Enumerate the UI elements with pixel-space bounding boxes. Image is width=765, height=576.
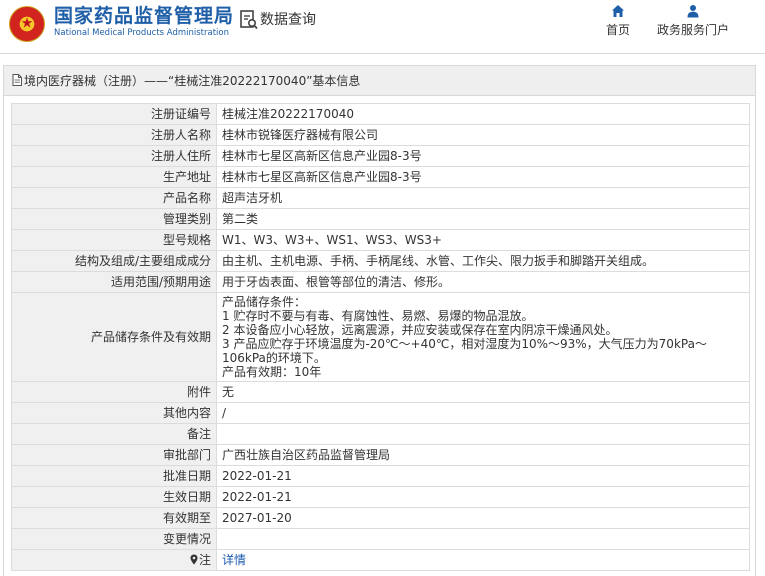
row-value [216,423,750,445]
table-row: 型号规格 W1、W3、W3+、WS1、WS3、WS3+ [11,229,750,251]
storage-line: 1 贮存时不要与有毒、有腐蚀性、易燃、易爆的物品混放。 [222,309,534,323]
storage-line: 2 本设备应小心轻放，远离震源，并应安装或保存在室内阴凉干燥通风处。 [222,323,618,337]
user-icon [687,5,699,18]
row-value: 第二类 [216,208,750,230]
table-row: 注册人住所 桂林市七星区高新区信息产业园8-3号 [11,145,750,167]
table-row: 备注 [11,423,750,445]
row-value: W1、W3、W3+、WS1、WS3、WS3+ [216,229,750,251]
note-value: 详情 [216,549,750,571]
nav-home[interactable]: 首页 [598,4,638,37]
row-label: 变更情况 [11,528,217,550]
data-query-icon [240,10,258,30]
row-value: 桂林市锐锋医疗器械有限公司 [216,124,750,146]
row-label: 结构及组成/主要组成成分 [11,250,217,272]
row-label: 生效日期 [11,486,217,508]
site-logo-title[interactable]: 国家药品监督管理局 [54,5,234,27]
row-value: 超声洁牙机 [216,187,750,209]
table-row: 适用范围/预期用途 用于牙齿表面、根管等部位的清洁、修形。 [11,271,750,293]
table-row: 附件无 [11,381,750,403]
row-label: 注册人名称 [11,124,217,146]
row-value: 用于牙齿表面、根管等部位的清洁、修形。 [216,271,750,293]
table-row-note: 注 详情 [11,549,750,571]
note-label: 注 [198,553,211,567]
row-value: 桂林市七星区高新区信息产业园8-3号 [216,166,750,188]
panel-title-bar: 境内医疗器械（注册）——“桂械注准20222170040”基本信息 [4,66,755,96]
row-value: 无 [216,381,750,403]
storage-line: 3 产品应贮存于环境温度为-20℃～+40℃，相对湿度为10%～93%，大气压力… [222,337,707,365]
table-row: 注册证编号 桂械注准20222170040 [11,103,750,125]
row-label: 生产地址 [11,166,217,188]
details-link[interactable]: 详情 [222,553,246,567]
row-value: 2022-01-21 [216,465,750,487]
table-row: 其他内容 / [11,402,750,424]
row-label: 附件 [11,381,217,403]
table-row: 有效期至 2027-01-20 [11,507,750,529]
table-row: 变更情况 [11,528,750,550]
note-label-cell: 注 [11,549,217,571]
row-value: 由主机、主机电源、手柄、手柄尾线、水管、工作尖、限力扳手和脚踏开关组成。 [216,250,750,272]
device-info-table: 注册证编号 桂械注准20222170040 注册人名称 桂林市锐锋医疗器械有限公司 … [11,103,750,571]
header-divider [0,53,765,54]
device-info-panel: 境内医疗器械（注册）——“桂械注准20222170040”基本信息 注册证编号桂… [3,65,756,576]
document-icon [12,74,22,86]
storage-line: 产品有效期：10年 [222,365,322,379]
table-row: 结构及组成/主要组成成分 由主机、主机电源、手柄、手柄尾线、水管、工作尖、限力扳手… [11,250,750,272]
map-pin-icon [190,554,198,565]
row-label: 管理类别 [11,208,217,230]
nav-service-label: 政务服务门户 [656,23,729,37]
table-row: 管理类别 第二类 [11,208,750,230]
home-icon [612,5,624,17]
row-label: 产品储存条件及有效期 [11,292,217,382]
table-row: 注册人名称 桂林市锐锋医疗器械有限公司 [11,124,750,146]
row-value: 桂械注准20222170040 [216,103,750,125]
nmpa-emblem-icon: ★ [9,6,45,42]
row-value: 2022-01-21 [216,486,750,508]
site-header: ★ 国家药品监督管理局 National Medical Products Ad… [0,0,765,54]
panel-title: 境内医疗器械（注册）——“桂械注准20222170040”基本信息 [24,74,361,88]
table-row: 产品名称 超声洁牙机 [11,187,750,209]
table-row: 生产地址 桂林市七星区高新区信息产业园8-3号 [11,166,750,188]
data-query-label[interactable]: 数据查询 [260,10,316,30]
table-row: 审批部门 广西壮族自治区药品监督管理局 [11,444,750,466]
nav-service-portal[interactable]: 政务服务门户 [650,4,736,37]
row-value: 桂林市七星区高新区信息产业园8-3号 [216,145,750,167]
row-label: 有效期至 [11,507,217,529]
nav-home-label: 首页 [605,23,630,37]
row-label: 其他内容 [11,402,217,424]
row-label: 备注 [11,423,217,445]
table-row: 批准日期 2022-01-21 [11,465,750,487]
storage-line: 产品储存条件： [222,295,307,309]
row-label: 批准日期 [11,465,217,487]
row-value: 2027-01-20 [216,507,750,529]
table-row-storage: 产品储存条件及有效期 产品储存条件： 1 贮存时不要与有毒、有腐蚀性、易燃、易爆… [11,292,750,382]
row-label: 注册人住所 [11,145,217,167]
row-label: 产品名称 [11,187,217,209]
site-logo-subtitle: National Medical Products Administration [54,28,229,38]
table-row: 生效日期 2022-01-21 [11,486,750,508]
row-label: 审批部门 [11,444,217,466]
row-label: 注册证编号 [11,103,217,125]
row-value: 广西壮族自治区药品监督管理局 [216,444,750,466]
storage-conditions: 产品储存条件： 1 贮存时不要与有毒、有腐蚀性、易燃、易爆的物品混放。 2 本设… [216,292,750,382]
row-value [216,528,750,550]
row-label: 适用范围/预期用途 [11,271,217,293]
row-label: 型号规格 [11,229,217,251]
row-value: / [216,402,750,424]
